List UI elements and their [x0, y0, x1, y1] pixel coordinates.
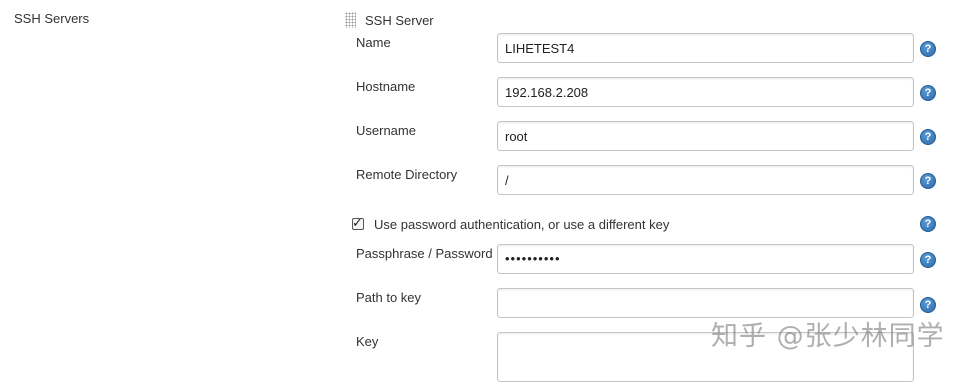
- passphrase-label: Passphrase / Password: [356, 246, 493, 261]
- username-input[interactable]: [497, 121, 914, 151]
- key-label: Key: [356, 334, 379, 349]
- help-icon[interactable]: ?: [920, 129, 936, 145]
- name-label: Name: [356, 35, 391, 50]
- name-input[interactable]: [497, 33, 914, 63]
- help-icon[interactable]: ?: [920, 41, 936, 57]
- remote-directory-label: Remote Directory: [356, 167, 458, 182]
- use-password-label: Use password authentication, or use a di…: [374, 217, 670, 232]
- drag-handle-icon[interactable]: [345, 12, 356, 28]
- help-icon[interactable]: ?: [920, 85, 936, 101]
- hostname-label: Hostname: [356, 79, 416, 94]
- help-icon[interactable]: ?: [920, 173, 936, 189]
- ssh-server-block-header: SSH Server: [345, 12, 434, 28]
- use-password-checkbox-row[interactable]: ✓ Use password authentication, or use a …: [352, 215, 669, 232]
- passphrase-input[interactable]: ••••••••••: [497, 244, 914, 274]
- use-password-checkbox[interactable]: ✓: [352, 214, 364, 230]
- help-icon[interactable]: ?: [920, 297, 936, 313]
- ssh-server-title: SSH Server: [365, 12, 434, 28]
- path-to-key-label: Path to key: [356, 290, 422, 305]
- checkmark-icon: ✓: [352, 214, 363, 230]
- watermark-text: 知乎 @张少林同学: [711, 321, 945, 352]
- username-label: Username: [356, 123, 416, 138]
- help-icon[interactable]: ?: [920, 252, 936, 268]
- section-label-ssh-servers: SSH Servers: [14, 11, 90, 26]
- hostname-input[interactable]: [497, 77, 914, 107]
- help-icon[interactable]: ?: [920, 216, 936, 232]
- remote-directory-input[interactable]: [497, 165, 914, 195]
